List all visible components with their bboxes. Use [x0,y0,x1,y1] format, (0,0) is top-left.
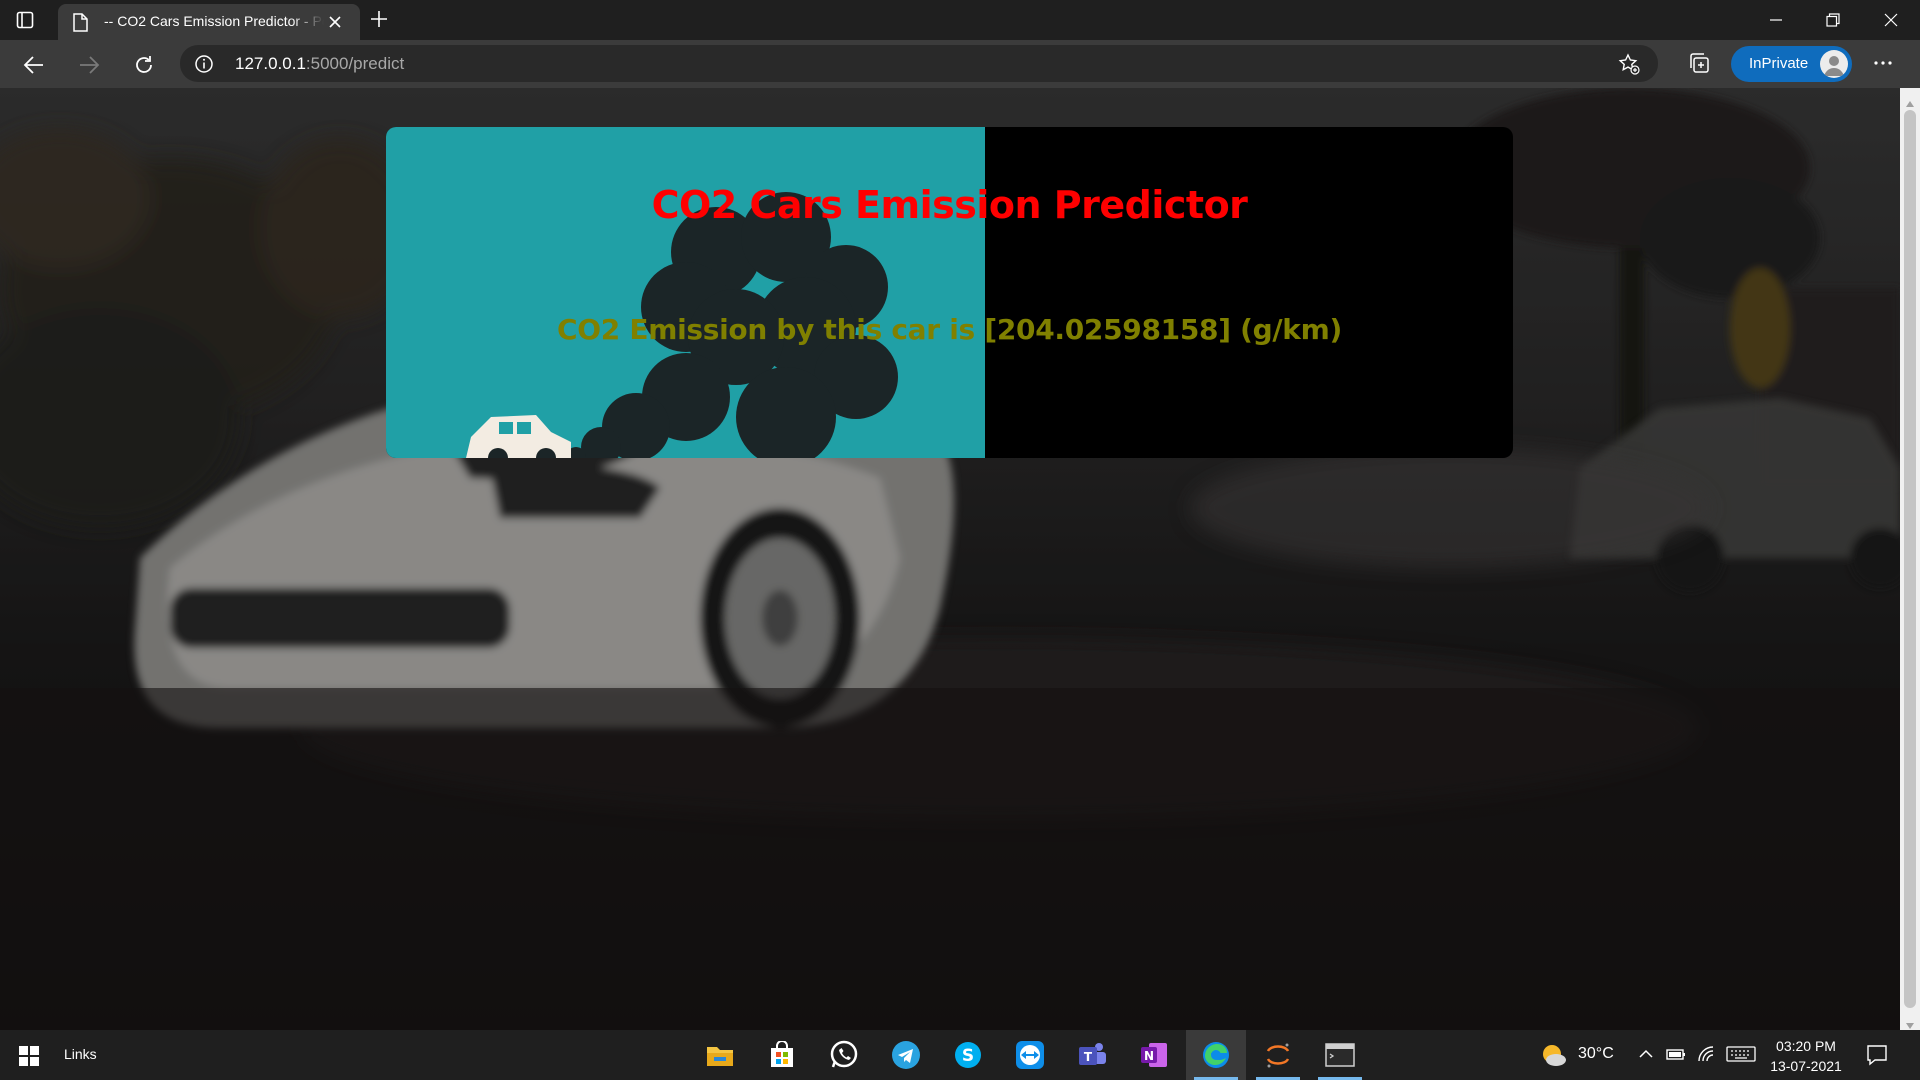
wifi-icon[interactable] [1697,1045,1717,1068]
clock-date: 13-07-2021 [1770,1058,1842,1074]
close-window-icon[interactable] [1868,6,1914,34]
add-favorite-icon[interactable] [1618,53,1640,79]
whatsapp-icon[interactable] [814,1030,874,1080]
url-host: 127.0.0.1 [235,54,306,73]
address-bar[interactable]: 127.0.0.1:5000/predict [180,45,1658,82]
windows-taskbar: Links S T N 30°C 03:20 PM 13-07-2021 [0,1030,1920,1080]
svg-text:T: T [1084,1050,1093,1064]
telegram-icon[interactable] [876,1030,936,1080]
page-scrollbar[interactable] [1900,88,1920,1030]
restore-icon[interactable] [1810,6,1856,34]
page-viewport: CO2 Cars Emission Predictor CO2 Emission… [0,88,1900,1030]
links-toolbar[interactable]: Links [64,1046,97,1062]
page-heading: CO2 Cars Emission Predictor [651,183,1248,227]
windows-start-icon[interactable] [19,1046,39,1071]
clock-time: 03:20 PM [1776,1038,1836,1054]
notification-icon[interactable] [1866,1044,1888,1071]
tab-actions-icon[interactable] [14,9,36,31]
weather-widget[interactable]: 30°C [1540,1042,1614,1073]
site-info-icon[interactable] [194,54,214,78]
jupyter-icon[interactable] [1248,1030,1308,1080]
more-options-icon[interactable] [1872,52,1894,78]
url-path: :5000/predict [305,54,405,73]
new-tab-icon[interactable] [369,9,389,33]
tab-bar: -- CO2 Cars Emission Predictor - Persona… [0,0,1920,40]
microsoft-store-icon[interactable] [752,1030,812,1080]
result-card: CO2 Cars Emission Predictor CO2 Emission… [386,127,1513,458]
forward-icon[interactable] [76,52,102,78]
chevron-up-icon[interactable] [1637,1045,1655,1068]
svg-text:S: S [962,1046,974,1066]
browser-toolbar: 127.0.0.1:5000/predict InPrivate [0,40,1920,88]
weather-temp: 30°C [1578,1045,1614,1062]
teamviewer-icon[interactable] [1000,1030,1060,1080]
minimize-icon[interactable] [1753,6,1799,34]
skype-icon[interactable]: S [938,1030,998,1080]
tab-title: -- CO2 Cars Emission Predictor - Persona… [104,13,324,29]
browser-tab[interactable]: -- CO2 Cars Emission Predictor - Persona… [58,4,360,40]
teams-icon[interactable]: T [1062,1030,1122,1080]
terminal-icon[interactable] [1310,1030,1370,1080]
page-icon [72,13,88,36]
battery-icon[interactable] [1666,1045,1686,1068]
system-clock[interactable]: 03:20 PM 13-07-2021 [1766,1036,1846,1076]
onenote-icon[interactable]: N [1124,1030,1184,1080]
collections-icon[interactable] [1688,52,1710,78]
inprivate-button[interactable]: InPrivate [1731,46,1852,82]
refresh-icon[interactable] [131,52,157,78]
keyboard-icon[interactable] [1726,1045,1756,1068]
close-tab-icon[interactable] [328,14,342,33]
scrollbar-thumb[interactable] [1904,110,1916,1008]
inprivate-label: InPrivate [1749,55,1809,72]
file-explorer-icon[interactable] [690,1030,750,1080]
back-icon[interactable] [21,52,47,78]
edge-icon[interactable] [1186,1030,1246,1080]
svg-text:N: N [1144,1049,1154,1063]
profile-avatar-icon [1820,50,1848,78]
weather-icon [1543,1045,1566,1066]
prediction-result: CO2 Emission by this car is [204.0259815… [556,313,1342,346]
url-text[interactable]: 127.0.0.1:5000/predict [235,54,404,74]
car-smoke-illustration [386,127,985,458]
